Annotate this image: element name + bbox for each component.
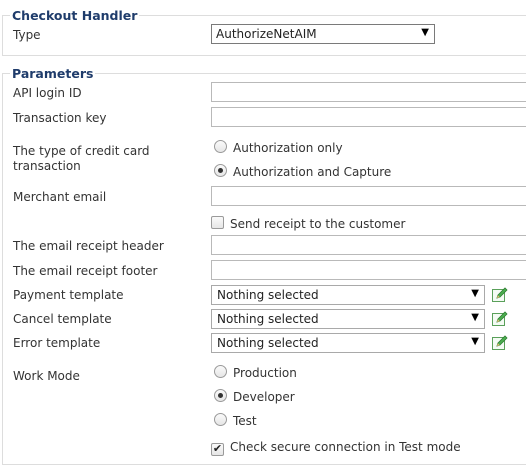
parameters-legend: Parameters	[12, 66, 94, 81]
error-template-select[interactable]: Nothing selected ▼	[211, 333, 485, 353]
receipt-footer-label: The email receipt footer	[13, 264, 158, 278]
type-label: Type	[13, 28, 41, 42]
radio-icon[interactable]	[214, 365, 227, 378]
chevron-down-icon: ▼	[471, 336, 479, 347]
work-mode-radio-production[interactable]: Production	[214, 365, 297, 381]
radio-selected-icon[interactable]	[214, 164, 227, 177]
error-template-label: Error template	[13, 336, 101, 350]
cc-type-label: The type of credit card transaction	[13, 144, 150, 174]
payment-template-select[interactable]: Nothing selected ▼	[211, 285, 485, 305]
payment-template-label: Payment template	[13, 288, 124, 302]
radio-icon[interactable]	[214, 413, 227, 426]
work-mode-label: Work Mode	[13, 369, 80, 383]
secure-check-label: Check secure connection in Test mode	[230, 440, 461, 454]
work-mode-option-label: Production	[233, 366, 297, 380]
cc-type-label-line2: transaction	[13, 159, 81, 173]
type-select-value: AuthorizeNetAIM	[216, 27, 317, 41]
chevron-down-icon: ▼	[421, 27, 429, 38]
cc-type-label-line1: The type of credit card	[13, 144, 150, 158]
chevron-down-icon: ▼	[471, 312, 479, 323]
checkout-handler-legend: Checkout Handler	[12, 8, 138, 23]
checkbox-icon[interactable]	[211, 216, 224, 229]
send-receipt-checkbox-row[interactable]: Send receipt to the customer	[211, 216, 405, 232]
cc-radio-authorization-capture[interactable]: Authorization and Capture	[214, 164, 391, 180]
cancel-template-select[interactable]: Nothing selected ▼	[211, 309, 485, 329]
secure-connection-checkbox-row[interactable]: ✔ Check secure connection in Test mode	[211, 440, 461, 456]
work-mode-radio-developer[interactable]: Developer	[214, 389, 295, 405]
pencil-edit-icon[interactable]	[491, 334, 509, 352]
pencil-edit-icon[interactable]	[491, 310, 509, 328]
transaction-key-label: Transaction key	[13, 111, 107, 125]
cancel-template-value: Nothing selected	[217, 312, 319, 326]
cc-option-label: Authorization only	[233, 141, 343, 155]
radio-selected-icon[interactable]	[214, 389, 227, 402]
api-login-input[interactable]	[211, 82, 526, 102]
work-mode-option-label: Test	[233, 414, 257, 428]
work-mode-radio-test[interactable]: Test	[214, 413, 257, 429]
type-select[interactable]: AuthorizeNetAIM ▼	[211, 24, 435, 44]
transaction-key-input[interactable]	[211, 107, 526, 127]
merchant-email-label: Merchant email	[13, 190, 107, 204]
receipt-header-input[interactable]	[211, 235, 526, 255]
payment-template-value: Nothing selected	[217, 288, 319, 302]
send-receipt-label: Send receipt to the customer	[230, 217, 406, 231]
cc-option-label: Authorization and Capture	[233, 165, 392, 179]
pencil-edit-icon[interactable]	[491, 286, 509, 304]
merchant-email-input[interactable]	[211, 186, 526, 206]
chevron-down-icon: ▼	[471, 288, 479, 299]
api-login-label: API login ID	[13, 86, 82, 100]
radio-icon[interactable]	[214, 140, 227, 153]
cancel-template-label: Cancel template	[13, 312, 112, 326]
receipt-footer-input[interactable]	[211, 260, 526, 280]
work-mode-option-label: Developer	[233, 390, 295, 404]
error-template-value: Nothing selected	[217, 336, 319, 350]
receipt-header-label: The email receipt header	[13, 239, 164, 253]
cc-radio-authorization-only[interactable]: Authorization only	[214, 140, 343, 156]
checkmark-icon[interactable]: ✔	[211, 443, 224, 456]
